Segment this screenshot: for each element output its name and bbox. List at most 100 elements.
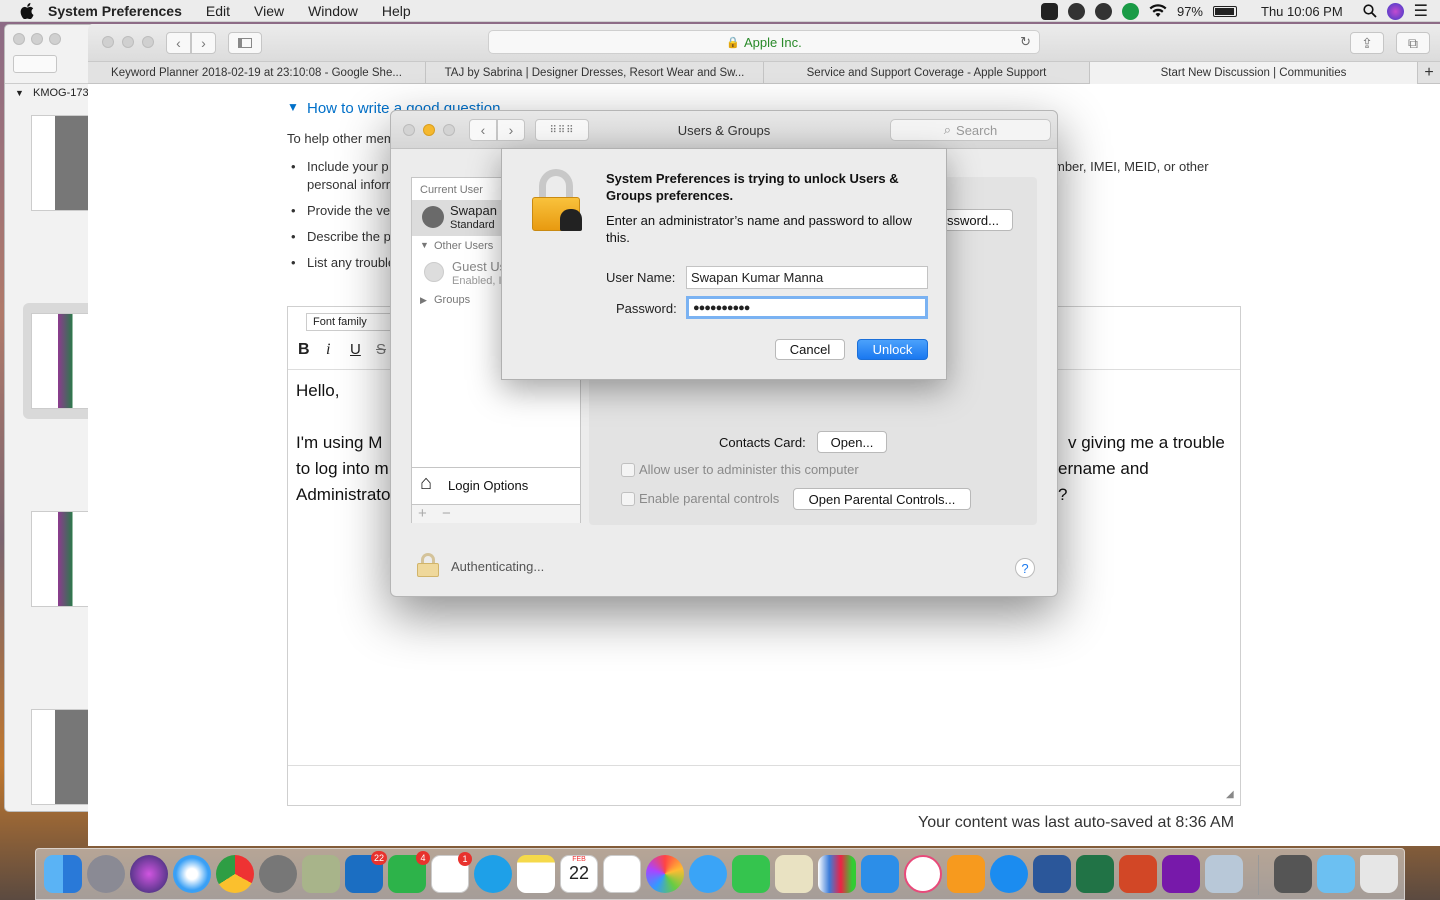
- cloud-upload-icon[interactable]: [1094, 2, 1112, 20]
- remove-user-button[interactable]: −: [442, 505, 451, 522]
- skype-status-icon[interactable]: [1040, 2, 1058, 20]
- iphone-backup-icon[interactable]: [1274, 855, 1312, 893]
- photos-icon[interactable]: [646, 855, 684, 893]
- safari-icon[interactable]: [173, 855, 211, 893]
- notification-center-icon[interactable]: ☰: [1414, 1, 1428, 21]
- lock-icon[interactable]: [417, 553, 439, 577]
- image-capture-icon[interactable]: [1205, 855, 1243, 893]
- outlook-icon[interactable]: 22: [345, 851, 387, 893]
- sidebar-toggle-button[interactable]: [13, 55, 57, 73]
- page-thumbnail[interactable]: [31, 511, 91, 607]
- cloud-sync-icon[interactable]: [1067, 2, 1085, 20]
- ibooks-icon[interactable]: [947, 855, 985, 893]
- menu-edit[interactable]: Edit: [194, 3, 242, 19]
- disclosure-triangle-right-icon[interactable]: ▶: [420, 295, 427, 306]
- calendar-icon[interactable]: FEB 22: [560, 855, 598, 893]
- preview-zoom-button[interactable]: [49, 33, 61, 45]
- reminders-icon[interactable]: [603, 855, 641, 893]
- tab-apple-support[interactable]: Service and Support Coverage - Apple Sup…: [764, 62, 1090, 84]
- page-thumbnail[interactable]: [31, 313, 91, 409]
- facetime-icon[interactable]: [732, 855, 770, 893]
- word-icon[interactable]: [1033, 855, 1071, 893]
- trash-icon[interactable]: [1360, 855, 1398, 893]
- messages-green-icon[interactable]: 4: [388, 851, 430, 893]
- system-preferences-icon[interactable]: [259, 855, 297, 893]
- unlock-button[interactable]: Unlock: [857, 339, 928, 360]
- finder-icon[interactable]: [44, 855, 82, 893]
- open-parental-controls-button[interactable]: Open Parental Controls...: [793, 488, 971, 510]
- numbers-icon[interactable]: [818, 855, 856, 893]
- siri-icon[interactable]: [1386, 2, 1404, 20]
- lock-icon: 🔒: [726, 36, 740, 49]
- parental-controls-checkbox[interactable]: [621, 492, 635, 506]
- sidebar-button[interactable]: [228, 32, 262, 54]
- notes-icon[interactable]: [517, 855, 555, 893]
- battery-icon[interactable]: [1213, 5, 1237, 17]
- editor-line-end: v giving me a trouble: [1068, 433, 1225, 452]
- disclosure-triangle-icon[interactable]: ▼: [420, 240, 429, 250]
- italic-button[interactable]: i: [326, 341, 330, 359]
- forward-button[interactable]: ›: [191, 32, 216, 54]
- help-button[interactable]: ?: [1015, 558, 1035, 578]
- tab-communities[interactable]: Start New Discussion | Communities: [1090, 62, 1418, 84]
- bold-button[interactable]: B: [298, 341, 310, 359]
- spotlight-search-icon[interactable]: [1363, 4, 1377, 18]
- preview-icon[interactable]: [302, 855, 340, 893]
- prefs-search-field[interactable]: ⌕ Search: [890, 119, 1051, 141]
- strikethrough-button[interactable]: S: [376, 341, 386, 358]
- resize-handle-icon[interactable]: ◢: [1226, 789, 1234, 800]
- share-button[interactable]: ⇪: [1350, 32, 1384, 54]
- excel-icon[interactable]: [1076, 855, 1114, 893]
- skype-icon[interactable]: [474, 855, 512, 893]
- evernote-icon[interactable]: [1121, 2, 1139, 20]
- clock[interactable]: Thu 10:06 PM: [1261, 4, 1343, 19]
- safari-close-button[interactable]: [102, 36, 114, 48]
- page-thumbnail[interactable]: [31, 115, 91, 211]
- onenote-icon[interactable]: [1162, 855, 1200, 893]
- tab-keyword-planner[interactable]: Keyword Planner 2018-02-19 at 23:10:08 -…: [88, 62, 426, 84]
- login-options-row[interactable]: ⌂ Login Options: [412, 468, 580, 504]
- itunes-icon[interactable]: [904, 855, 942, 893]
- groups-header[interactable]: Groups: [434, 294, 470, 306]
- menu-window[interactable]: Window: [296, 3, 370, 19]
- wifi-icon[interactable]: [1149, 4, 1167, 18]
- disclosure-triangle-icon[interactable]: ▼: [15, 88, 24, 98]
- apple-menu-icon[interactable]: [20, 2, 34, 19]
- downloads-folder-icon[interactable]: [1317, 855, 1355, 893]
- skype-business-icon[interactable]: 1: [431, 852, 472, 893]
- safari-zoom-button[interactable]: [142, 36, 154, 48]
- new-tab-button[interactable]: +: [1418, 62, 1440, 84]
- back-button[interactable]: ‹: [166, 32, 191, 54]
- add-user-button[interactable]: +: [418, 505, 427, 522]
- script-editor-icon[interactable]: [775, 855, 813, 893]
- autosave-status: Your content was last auto-saved at 8:36…: [918, 814, 1235, 831]
- document-label[interactable]: KMOG-173: [33, 87, 89, 99]
- reload-icon[interactable]: ↻: [1020, 34, 1031, 50]
- preview-minimize-button[interactable]: [31, 33, 43, 45]
- app-store-icon[interactable]: [990, 855, 1028, 893]
- open-contacts-button[interactable]: Open...: [817, 431, 887, 453]
- tab-taj[interactable]: TAJ by Sabrina | Designer Dresses, Resor…: [426, 62, 764, 84]
- page-thumbnail[interactable]: [31, 709, 91, 805]
- app-menu[interactable]: System Preferences: [34, 3, 194, 19]
- underline-button[interactable]: U: [350, 341, 361, 358]
- password-field[interactable]: ●●●●●●●●●●: [686, 296, 928, 319]
- messages-icon[interactable]: [689, 855, 727, 893]
- powerpoint-icon[interactable]: [1119, 855, 1157, 893]
- allow-admin-checkbox[interactable]: [621, 463, 635, 477]
- chrome-icon[interactable]: [216, 855, 254, 893]
- siri-icon[interactable]: [130, 855, 168, 893]
- safari-minimize-button[interactable]: [122, 36, 134, 48]
- status-area: 97% Thu 10:06 PM ☰: [1040, 0, 1440, 22]
- menu-help[interactable]: Help: [370, 3, 423, 19]
- cancel-button[interactable]: Cancel: [775, 339, 845, 360]
- show-tabs-button[interactable]: ⧉: [1396, 32, 1430, 54]
- launchpad-icon[interactable]: [87, 855, 125, 893]
- disclosure-triangle-icon[interactable]: ▼: [287, 100, 299, 114]
- preview-close-button[interactable]: [13, 33, 25, 45]
- menu-view[interactable]: View: [242, 3, 296, 19]
- address-bar[interactable]: 🔒 Apple Inc. ↻: [488, 30, 1040, 54]
- username-field[interactable]: Swapan Kumar Manna: [686, 266, 928, 289]
- current-user-header: Current User: [420, 184, 483, 196]
- keynote-icon[interactable]: [861, 855, 899, 893]
